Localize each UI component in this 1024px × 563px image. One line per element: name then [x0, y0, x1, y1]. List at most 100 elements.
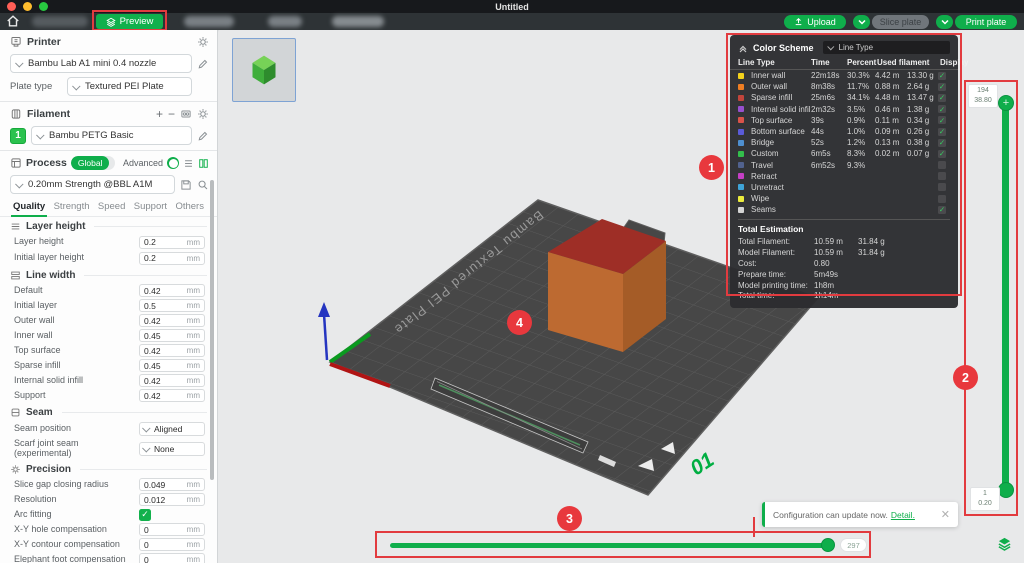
edit-icon[interactable] [197, 58, 209, 70]
line-type-row: Wipe [730, 193, 958, 204]
line-type-row: Unretract [730, 182, 958, 193]
gear-icon[interactable] [197, 36, 209, 48]
add-filament-button[interactable]: + [156, 107, 163, 121]
close-icon[interactable]: ✕ [941, 508, 950, 521]
line-width-top-surface-input[interactable]: 0.42 mm [139, 344, 205, 357]
scarf-joint-seam-select[interactable]: None [139, 442, 205, 456]
layer-slider-track[interactable] [1002, 103, 1009, 490]
ams-sync-icon[interactable] [180, 108, 192, 120]
seam-position-select[interactable]: Aligned [139, 422, 205, 436]
tab-quality[interactable]: Quality [13, 201, 45, 212]
line-width-inner-wall-input[interactable]: 0.45 mm [139, 329, 205, 342]
filament-icon [10, 108, 22, 120]
move-slider-track[interactable] [390, 543, 833, 548]
print-plate-button[interactable]: Print plate [955, 15, 1017, 29]
slice-plate-button[interactable]: Slice plate [872, 15, 929, 29]
plate-type-select[interactable]: Textured PEI Plate [67, 77, 192, 96]
tab-strength[interactable]: Strength [54, 201, 90, 212]
xy-contour-compensation-input[interactable]: 0 mm [139, 538, 205, 551]
scope-global[interactable]: Global [71, 156, 110, 170]
display-checkbox[interactable] [938, 105, 946, 113]
layer-slider-top-handle[interactable]: + [998, 95, 1014, 111]
slice-options-chevron[interactable] [853, 15, 870, 29]
display-checkbox[interactable] [938, 83, 946, 91]
layers-view-icon[interactable] [997, 536, 1012, 551]
display-checkbox[interactable] [938, 128, 946, 136]
filament-slot-badge[interactable]: 1 [10, 128, 26, 144]
tab-preview[interactable]: Preview [96, 14, 163, 29]
advanced-toggle[interactable] [167, 157, 179, 169]
xy-hole-compensation-input[interactable]: 0 mm [139, 523, 205, 536]
display-checkbox[interactable] [938, 150, 946, 158]
layer-slider-top-value: 194 38.80 [968, 84, 998, 108]
line-width-internal-solid-input[interactable]: 0.42 mm [139, 374, 205, 387]
edit-icon[interactable] [197, 130, 209, 142]
detail-link[interactable]: Detail. [891, 510, 915, 520]
display-checkbox[interactable] [938, 139, 946, 147]
line-type-row: Custom 6m5s 8.3% 0.02 m 0.07 g [730, 148, 958, 159]
tab-support[interactable]: Support [134, 201, 167, 212]
tab-blurred[interactable] [184, 16, 234, 27]
printer-select[interactable]: Bambu Lab A1 mini 0.4 nozzle [10, 54, 192, 73]
group-seam: Seam [0, 403, 217, 420]
settings-sidebar: Printer Bambu Lab A1 mini 0.4 nozzle Pla… [0, 30, 218, 563]
display-checkbox[interactable] [938, 206, 946, 214]
elephant-foot-compensation-input[interactable]: 0 mm [139, 553, 205, 563]
line-width-default-input[interactable]: 0.42 mm [139, 284, 205, 297]
line-width-initial-layer-input[interactable]: 0.5 mm [139, 299, 205, 312]
tab-others[interactable]: Others [175, 201, 204, 212]
display-checkbox[interactable] [938, 72, 946, 80]
process-scope-switch: Global Objects [71, 156, 115, 170]
resolution-input[interactable]: 0.012 mm [139, 493, 205, 506]
tab-blurred[interactable] [268, 16, 302, 27]
display-checkbox[interactable] [938, 183, 946, 191]
tab-blurred[interactable] [332, 16, 384, 27]
remove-filament-button[interactable]: − [168, 107, 175, 121]
print-options-chevron[interactable] [936, 15, 953, 29]
move-slider-handle[interactable] [821, 538, 835, 552]
tab-speed[interactable]: Speed [98, 201, 125, 212]
arc-fitting-checkbox[interactable] [139, 509, 151, 521]
sidebar-scrollbar[interactable] [210, 180, 214, 480]
line-type-swatch [738, 106, 744, 112]
upload-button[interactable]: Upload [784, 15, 846, 29]
line-type-row: Bottom surface 44s 1.0% 0.09 m 0.26 g [730, 126, 958, 137]
scope-objects[interactable]: Objects [109, 156, 115, 170]
plate-thumbnail-cube [241, 47, 287, 93]
display-checkbox[interactable] [938, 195, 946, 203]
line-type-swatch [738, 129, 744, 135]
save-preset-icon[interactable] [180, 179, 192, 191]
compare-presets-icon[interactable] [198, 158, 209, 169]
advanced-label: Advanced [123, 158, 163, 168]
display-checkbox[interactable] [938, 161, 946, 169]
annotation-segment [753, 517, 755, 537]
search-icon[interactable] [197, 179, 209, 191]
line-width-support-input[interactable]: 0.42 mm [139, 389, 205, 402]
gear-icon[interactable] [197, 108, 209, 120]
home-icon[interactable] [6, 14, 20, 28]
filament-select[interactable]: Bambu PETG Basic [31, 126, 192, 145]
line-type-row: Outer wall 8m38s 11.7% 0.88 m 2.64 g [730, 81, 958, 92]
collapse-icon[interactable] [738, 43, 748, 53]
move-slider-value: 297 [840, 538, 867, 552]
line-width-outer-wall-input[interactable]: 0.42 mm [139, 314, 205, 327]
group-precision: Precision [0, 460, 217, 477]
plate-thumbnail[interactable] [232, 38, 296, 102]
color-scheme-mode-select[interactable]: Line Type [823, 41, 950, 54]
line-type-swatch [738, 196, 744, 202]
parameter-list-icon[interactable] [183, 158, 194, 169]
layer-height-input[interactable]: 0.2 mm [139, 236, 205, 249]
process-preset-select[interactable]: 0.20mm Strength @BBL A1M [10, 175, 175, 194]
display-checkbox[interactable] [938, 172, 946, 180]
line-type-swatch [738, 73, 744, 79]
slice-gap-closing-input[interactable]: 0.049 mm [139, 478, 205, 491]
layer-slider-bottom-handle[interactable] [998, 482, 1014, 498]
line-width-sparse-infill-input[interactable]: 0.45 mm [139, 359, 205, 372]
process-icon [10, 157, 22, 169]
initial-layer-height-input[interactable]: 0.2 mm [139, 252, 205, 265]
display-checkbox[interactable] [938, 116, 946, 124]
config-update-toast: Configuration can update now. Detail. ✕ [762, 502, 958, 527]
plate-type-label: Plate type [10, 81, 62, 92]
display-checkbox[interactable] [938, 94, 946, 102]
tab-blurred[interactable] [32, 16, 88, 27]
